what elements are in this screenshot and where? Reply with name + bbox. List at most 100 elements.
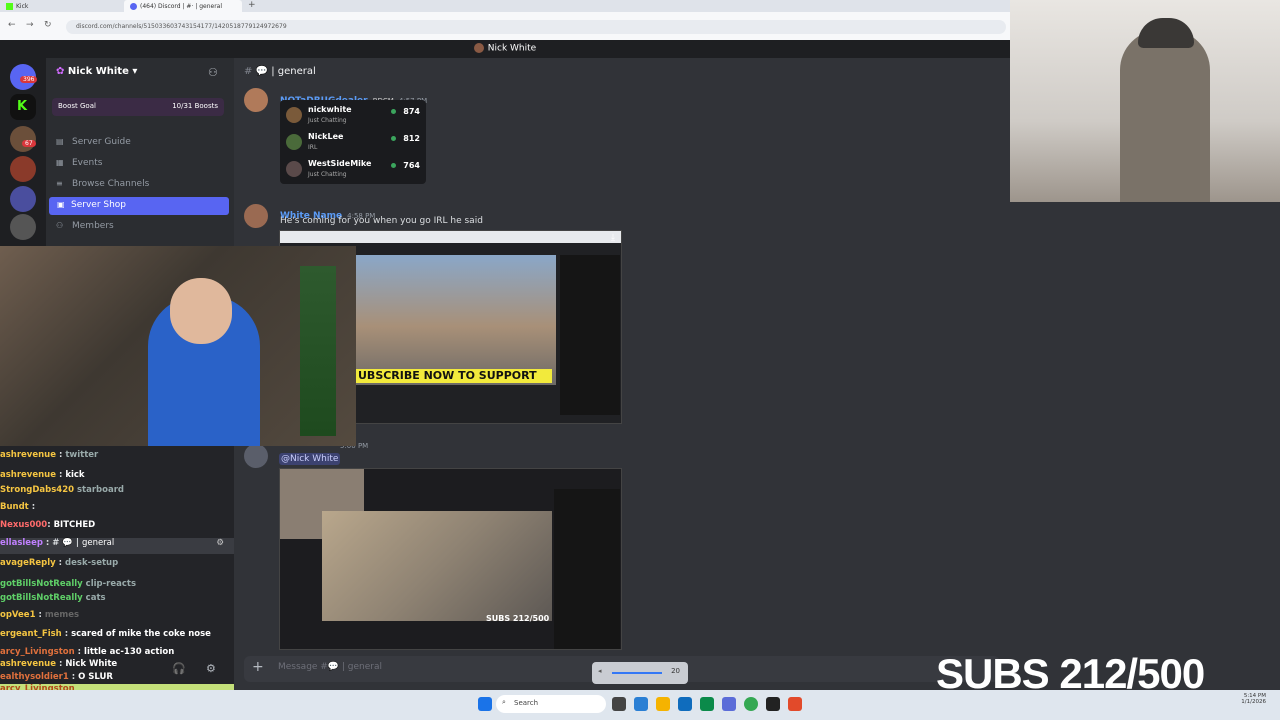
back-icon[interactable]: ←	[8, 20, 16, 30]
channel-label: Events	[72, 158, 103, 168]
image-embed[interactable]: SUBS 212/500	[279, 468, 622, 650]
live-dot-icon	[391, 136, 396, 141]
chat-line: gotBillsNotReally cats	[0, 593, 106, 603]
chatter-name: ealthysoldier1	[0, 672, 69, 682]
server-icon[interactable]	[10, 126, 36, 152]
embedded-chat	[560, 255, 620, 415]
streamer-name: NickLee	[308, 132, 344, 141]
video-frame	[322, 511, 552, 621]
leaderboard-row: NickLee IRL 812	[284, 130, 424, 156]
app-icon[interactable]	[722, 697, 736, 711]
gear-icon[interactable]: ⚙	[206, 662, 216, 675]
streamer-name: nickwhite	[308, 105, 352, 114]
server-name-dropdown[interactable]: ✿ Nick White ▾	[56, 66, 137, 77]
boost-count: 10/31 Boosts	[172, 102, 218, 110]
chat-line: ashrevenue : Nick White	[0, 659, 118, 669]
browser-tab-discord[interactable]: (464) Discord | #· | general	[124, 0, 242, 12]
boost-label: Boost Goal	[58, 102, 96, 110]
server-nickwhite-icon[interactable]	[10, 186, 36, 212]
add-member-icon[interactable]: ⚇	[208, 66, 218, 79]
download-icon[interactable]: ⤓	[611, 233, 615, 243]
streamer-category: IRL	[308, 144, 318, 151]
browser-tab-kick[interactable]: Kick	[0, 0, 120, 12]
face	[170, 278, 232, 344]
headphones-icon[interactable]: 🎧	[172, 662, 186, 675]
chat-text: twitter	[65, 450, 99, 460]
chat-line: StrongDabs420 starboard	[0, 485, 124, 495]
chatter-name: StrongDabs420	[0, 485, 75, 495]
streamer-name: WestSideMike	[308, 159, 372, 168]
leaderboard-row: nickwhite Just Chatting 874	[284, 103, 424, 129]
chat-line: arcy_Livingston : little ac-130 action	[0, 647, 175, 657]
brave-icon[interactable]	[788, 697, 802, 711]
chatter-name: ashrevenue	[0, 450, 56, 460]
members-icon: ⚇	[56, 221, 64, 230]
server-icon[interactable]	[10, 214, 36, 240]
chat-text: general	[81, 538, 115, 548]
person-silhouette	[1120, 30, 1210, 202]
chat-text: O SLUR	[78, 672, 113, 682]
app-icon[interactable]	[678, 697, 692, 711]
chatter-name: avageReply	[0, 558, 56, 568]
chat-text: scared of mike the coke nose	[71, 629, 211, 639]
gear-icon[interactable]: ⚙	[216, 538, 224, 548]
channel-header: # 💬 | general	[244, 66, 316, 77]
avatar[interactable]	[244, 204, 268, 228]
embedded-chat	[554, 489, 620, 649]
reload-icon[interactable]: ↻	[44, 20, 52, 30]
viewer-count: 812	[403, 134, 420, 143]
task-view-icon[interactable]	[612, 697, 626, 711]
new-tab-icon[interactable]: +	[248, 0, 256, 10]
system-clock[interactable]: 5:14 PM 1/1/2026	[1241, 693, 1266, 705]
file-explorer-icon[interactable]	[656, 697, 670, 711]
sidebar-item-browse-channels[interactable]: ≡ Browse Channels	[56, 176, 226, 194]
sidebar-item-server-shop[interactable]: ▣ Server Shop	[49, 197, 229, 215]
user-mention[interactable]: @Nick White	[279, 453, 341, 465]
chatter-name: Bundt	[0, 502, 29, 512]
chat-text: Nick White	[65, 659, 118, 669]
plus-icon[interactable]: +	[252, 659, 264, 675]
boost-goal-bar[interactable]: Boost Goal 10/31 Boosts	[52, 98, 224, 116]
notification-badge: 67	[22, 140, 36, 147]
app-icon[interactable]	[766, 697, 780, 711]
sidebar-item-server-guide[interactable]: ▤ Server Guide	[56, 134, 226, 152]
channel-label: Server Shop	[71, 200, 127, 210]
viewer-count: 764	[403, 161, 420, 170]
server-name: Nick White	[67, 66, 129, 77]
chat-text: little ac-130 action	[84, 647, 175, 657]
server-kick-icon[interactable]: K	[10, 94, 36, 120]
app-icon[interactable]	[700, 697, 714, 711]
chatter-name: ergeant_Fish	[0, 629, 62, 639]
avatar[interactable]	[244, 444, 268, 468]
speaker-icon: ◂	[598, 667, 602, 675]
embed-caption: UBSCRIBE NOW TO SUPPORT	[356, 369, 552, 383]
search-label: Search	[514, 699, 539, 707]
chrome-icon[interactable]	[744, 697, 758, 711]
chat-text: cats	[85, 593, 106, 603]
notification-badge: 396	[20, 76, 38, 83]
beanie	[1138, 18, 1194, 48]
chatter-name: gotBillsNotReally	[0, 579, 83, 589]
embed-caption: SUBS 212/500	[486, 614, 550, 623]
kick-icon	[6, 3, 13, 10]
channel-label: Browse Channels	[72, 179, 150, 189]
message-placeholder: Message #💬 | general	[278, 662, 383, 672]
avatar	[473, 43, 484, 53]
url-field[interactable]: discord.com/channels/515033603743154177/…	[66, 20, 1006, 34]
sidebar-item-events[interactable]: ▦ Events	[56, 155, 226, 173]
sidebar-item-members[interactable]: ⚇ Members	[56, 218, 226, 236]
chatter-name: gotBillsNotReally	[0, 593, 83, 603]
forward-icon[interactable]: →	[26, 20, 34, 30]
server-icon[interactable]	[10, 156, 36, 182]
chat-text: kick	[65, 470, 85, 480]
avatar[interactable]	[244, 88, 268, 112]
taskbar-search[interactable]: ⌕ Search	[496, 695, 606, 713]
chat-line: gotBillsNotReally clip-reacts	[0, 579, 136, 589]
leaderboard-embed: nickwhite Just Chatting 874 NickLee IRL 812 …	[280, 100, 426, 184]
message-text: He's coming for you when you go IRL he s…	[280, 216, 483, 226]
start-icon[interactable]	[478, 697, 492, 711]
edge-icon[interactable]	[634, 697, 648, 711]
volume-slider[interactable]: ◂ 20	[592, 662, 688, 684]
server-icon: ✿	[56, 66, 65, 77]
tab-label: (464) Discord | #· | general	[140, 3, 223, 10]
